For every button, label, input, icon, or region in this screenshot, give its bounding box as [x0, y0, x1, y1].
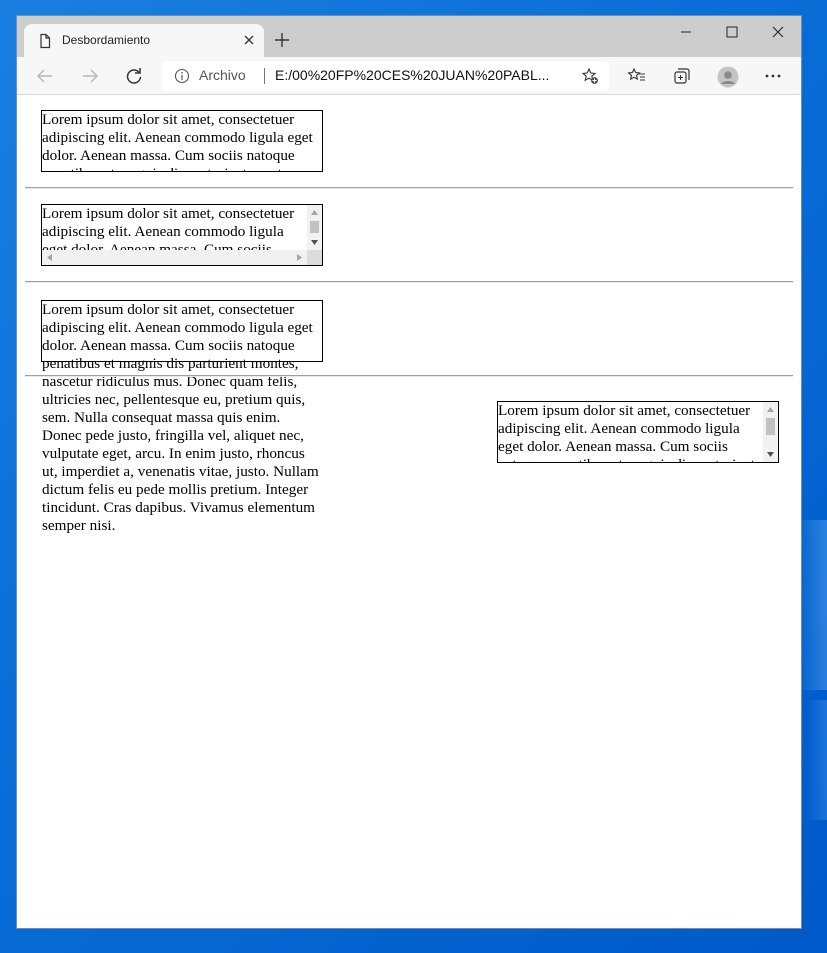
scrollbar-thumb[interactable]	[310, 221, 319, 233]
address-separator	[264, 68, 265, 84]
more-icon[interactable]	[761, 64, 785, 88]
scroll-down-arrow-icon[interactable]	[763, 447, 778, 462]
overflow-scroll-box[interactable]: Lorem ipsum dolor sit amet, consectetuer…	[41, 204, 323, 266]
close-icon[interactable]	[240, 31, 258, 49]
overflow-hidden-box: Lorem ipsum dolor sit amet, consectetuer…	[41, 110, 323, 172]
vertical-scrollbar[interactable]	[763, 402, 778, 462]
window-close-icon[interactable]	[755, 16, 801, 46]
address-scheme: Archivo	[199, 67, 246, 83]
page-viewport: Lorem ipsum dolor sit amet, consectetuer…	[17, 95, 801, 928]
horizontal-rule	[25, 187, 793, 189]
collections-icon[interactable]	[670, 64, 694, 88]
forward-arrow-icon[interactable]	[78, 64, 102, 88]
minimize-icon[interactable]	[663, 16, 709, 46]
address-url[interactable]: E:/00%20FP%20CES%20JUAN%20PABL...	[275, 67, 549, 83]
tab-strip: Desbordamiento	[17, 16, 801, 57]
lorem-paragraph: Lorem ipsum dolor sit amet, consectetuer…	[498, 402, 755, 462]
reload-icon[interactable]	[122, 64, 146, 88]
scroll-right-arrow-icon[interactable]	[292, 250, 307, 265]
page-icon	[37, 33, 53, 49]
horizontal-rule	[25, 375, 793, 377]
scrollbar-thumb[interactable]	[766, 418, 775, 435]
tab-desbordamiento[interactable]: Desbordamiento	[24, 24, 264, 57]
scroll-up-arrow-icon[interactable]	[307, 205, 322, 220]
vertical-scrollbar[interactable]	[307, 205, 322, 250]
scroll-up-arrow-icon[interactable]	[763, 402, 778, 417]
lorem-paragraph: Lorem ipsum dolor sit amet, consectetuer…	[42, 301, 319, 534]
horizontal-scrollbar[interactable]	[42, 250, 307, 265]
browser-toolbar: Archivo E:/00%20FP%20CES%20JUAN%20PABL..…	[17, 57, 801, 95]
scrollbar-corner	[307, 250, 322, 265]
browser-window: Desbordamiento Archivo E:/00%20FP%20CES%…	[16, 15, 802, 929]
address-bar[interactable]: Archivo E:/00%20FP%20CES%20JUAN%20PABL..…	[162, 61, 609, 91]
desktop-wallpaper-streak	[807, 700, 827, 820]
overflow-visible-box: Lorem ipsum dolor sit amet, consectetuer…	[41, 300, 323, 534]
info-icon[interactable]	[174, 68, 190, 84]
maximize-icon[interactable]	[709, 16, 755, 46]
tab-title: Desbordamiento	[62, 33, 151, 47]
scroll-left-arrow-icon[interactable]	[42, 250, 57, 265]
back-arrow-icon[interactable]	[33, 64, 57, 88]
overflow-auto-box[interactable]: Lorem ipsum dolor sit amet, consectetuer…	[497, 401, 779, 463]
favorites-icon[interactable]	[625, 64, 649, 88]
lorem-paragraph: Lorem ipsum dolor sit amet, consectetuer…	[42, 111, 313, 171]
profile-icon[interactable]	[715, 64, 739, 88]
scroll-down-arrow-icon[interactable]	[307, 235, 322, 250]
plus-icon[interactable]	[272, 30, 292, 50]
add-favorite-icon[interactable]	[581, 67, 599, 85]
horizontal-rule	[25, 281, 793, 283]
